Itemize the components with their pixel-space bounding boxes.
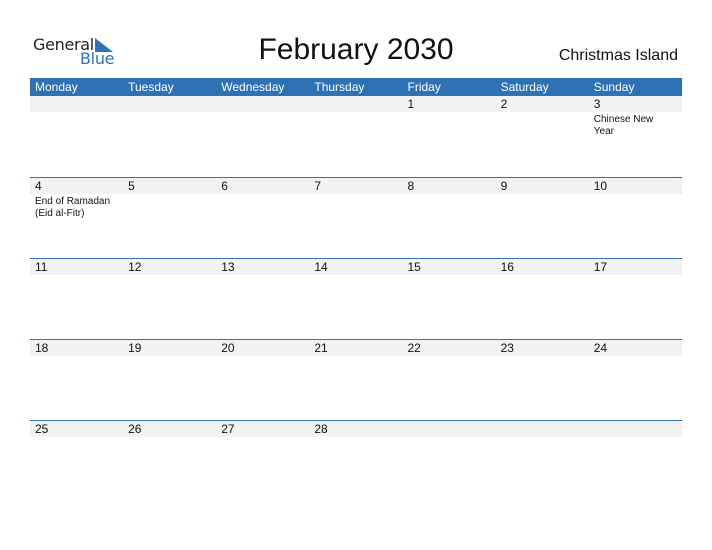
day-cell: 2 <box>496 96 589 138</box>
day-number: 1 <box>407 97 415 111</box>
day-number <box>128 96 216 112</box>
day-number: 9 <box>500 179 508 193</box>
weekday-header: Monday Tuesday Wednesday Thursday Friday… <box>30 78 682 96</box>
week-row: 11 12 13 14 15 16 17 <box>30 258 682 339</box>
week-row: 1 2 3 Chinese New Year <box>30 96 682 177</box>
day-number <box>594 421 682 437</box>
day-cell: 24 <box>589 340 682 358</box>
day-cell: 26 <box>123 421 216 439</box>
day-number: 13 <box>221 260 235 274</box>
day-number: 21 <box>314 341 328 355</box>
day-number: 24 <box>593 341 608 355</box>
day-cell: 28 <box>309 421 402 439</box>
day-number: 4 <box>35 179 42 193</box>
day-number: 17 <box>593 260 608 274</box>
day-number: 15 <box>407 260 421 274</box>
day-cell: 22 <box>403 340 496 358</box>
day-number: 18 <box>35 341 49 355</box>
day-number: 25 <box>35 422 49 436</box>
day-number: 12 <box>128 260 142 274</box>
week-row: 4 End of Ramadan (Eid al-Fitr) 5 6 7 8 9 10 <box>30 177 682 258</box>
day-number: 2 <box>500 97 508 111</box>
month-year-title: February 2030 <box>258 33 454 66</box>
day-cell: 9 <box>496 178 589 220</box>
day-cell: 23 <box>496 340 589 358</box>
week-row: 25 26 27 28 <box>30 420 682 501</box>
day-cell <box>216 96 309 138</box>
day-cell: 13 <box>216 259 309 277</box>
day-cell <box>403 421 496 439</box>
holiday-label: Chinese New Year <box>593 114 654 137</box>
day-number: 26 <box>128 422 142 436</box>
day-number <box>314 96 402 112</box>
day-cell: 21 <box>309 340 402 358</box>
holiday-label: End of Ramadan (Eid al-Fitr) <box>35 196 111 219</box>
day-number: 14 <box>314 260 328 274</box>
day-number: 16 <box>500 260 514 274</box>
day-cell: 6 <box>216 178 309 220</box>
weekday-friday: Friday <box>407 80 441 94</box>
day-number: 27 <box>221 422 235 436</box>
day-cell <box>123 96 216 138</box>
day-number: 3 <box>593 97 601 111</box>
day-cell: 14 <box>309 259 402 277</box>
day-number: 28 <box>314 422 328 436</box>
day-cell: 20 <box>216 340 309 358</box>
region-label: Christmas Island <box>558 47 678 64</box>
day-cell <box>30 96 123 138</box>
day-cell: 19 <box>123 340 216 358</box>
day-cell: 15 <box>403 259 496 277</box>
day-cell: 27 <box>216 421 309 439</box>
weekday-monday: Monday <box>35 80 78 94</box>
day-number: 23 <box>500 341 514 355</box>
day-number: 7 <box>314 179 322 193</box>
day-cell: 16 <box>496 259 589 277</box>
day-cell: 8 <box>403 178 496 220</box>
day-number: 8 <box>407 179 415 193</box>
day-cell: 7 <box>309 178 402 220</box>
day-cell: 17 <box>589 259 682 277</box>
day-number <box>408 421 496 437</box>
weekday-wednesday: Wednesday <box>221 80 285 94</box>
day-number <box>501 421 589 437</box>
day-cell <box>309 96 402 138</box>
day-cell <box>589 421 682 439</box>
day-number: 6 <box>221 179 228 193</box>
day-number: 20 <box>221 341 235 355</box>
day-number <box>221 96 309 112</box>
day-cell: 10 <box>589 178 682 220</box>
calendar-grid: Monday Tuesday Wednesday Thursday Friday… <box>30 78 682 501</box>
day-cell: 1 <box>403 96 496 138</box>
day-number <box>35 96 123 112</box>
day-cell: 5 <box>123 178 216 220</box>
weekday-saturday: Saturday <box>500 80 549 94</box>
weekday-thursday: Thursday <box>314 80 365 94</box>
day-number: 11 <box>35 260 48 274</box>
day-number: 10 <box>593 179 608 193</box>
weekday-sunday: Sunday <box>593 80 635 94</box>
day-number: 19 <box>128 341 142 355</box>
day-cell: 11 <box>30 259 123 277</box>
day-cell: 18 <box>30 340 123 358</box>
day-cell: 25 <box>30 421 123 439</box>
week-row: 18 19 20 21 22 23 24 <box>30 339 682 420</box>
day-cell: 3 Chinese New Year <box>589 96 682 138</box>
day-cell: 4 End of Ramadan (Eid al-Fitr) <box>30 178 123 220</box>
day-number: 22 <box>407 341 421 355</box>
day-number: 5 <box>128 179 135 193</box>
weekday-tuesday: Tuesday <box>128 80 174 94</box>
day-cell <box>496 421 589 439</box>
day-cell: 12 <box>123 259 216 277</box>
